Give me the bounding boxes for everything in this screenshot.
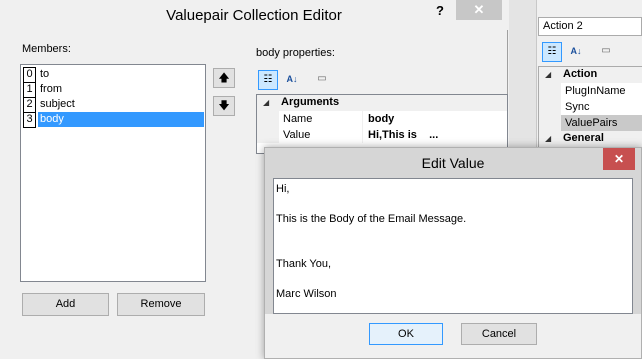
help-button[interactable]: ? <box>431 2 449 20</box>
categorized-icon[interactable]: ☷ <box>542 42 562 62</box>
collapse-icon[interactable]: ◢ <box>263 98 269 107</box>
ok-button[interactable]: OK <box>369 323 443 345</box>
remove-button[interactable]: Remove <box>117 293 205 316</box>
alphabetical-icon[interactable]: A↓ <box>566 42 586 62</box>
member-name: subject <box>40 98 75 110</box>
members-label: Members: <box>22 43 71 55</box>
category-general[interactable]: ◢ General <box>539 131 642 147</box>
property-row-valuepairs[interactable]: ValuePairs <box>539 115 642 131</box>
category-name: Action <box>563 68 598 80</box>
edit-value-dialog: Edit Value ✕ Hi, This is the Body of the… <box>264 147 642 359</box>
member-index: 0 <box>23 67 36 83</box>
property-row-pluginname[interactable]: PlugInName <box>539 83 642 99</box>
member-name: from <box>40 83 62 95</box>
member-index: 1 <box>23 82 36 98</box>
property-row-sync[interactable]: Sync <box>539 99 642 115</box>
member-item-to[interactable]: 0 to <box>22 67 204 83</box>
property-name: Value <box>283 129 311 141</box>
property-value[interactable]: Hi,This is ... <box>368 129 438 141</box>
property-row-name[interactable]: Name body <box>257 111 507 127</box>
property-name: Name <box>283 113 313 125</box>
panel-toolbar: ☷ A↓ ▭ <box>538 38 642 64</box>
categorized-icon[interactable]: ☷ <box>258 70 278 90</box>
member-name: body <box>40 113 64 125</box>
move-up-button[interactable]: 🡅 <box>213 68 235 88</box>
member-index: 2 <box>23 97 36 113</box>
close-button[interactable]: ✕ <box>456 0 502 20</box>
property-row-value[interactable]: Value Hi,This is ... <box>257 127 507 143</box>
member-index: 3 <box>23 112 36 128</box>
member-item-body[interactable]: 3 body <box>22 112 204 128</box>
category-name: General <box>563 132 604 144</box>
property-pages-icon[interactable]: ▭ <box>596 42 616 62</box>
object-selector[interactable]: Action 2 <box>538 17 642 36</box>
collapse-icon[interactable]: ◢ <box>545 134 551 143</box>
property-grid[interactable]: ◢ Arguments Name body Value Hi,This is .… <box>256 94 508 154</box>
arrow-up-icon: 🡅 <box>218 72 230 84</box>
category-name: Arguments <box>281 96 340 108</box>
edit-button-bar: OK Cancel <box>265 314 641 358</box>
properties-toolbar: ☷ A↓ ▭ <box>256 68 508 92</box>
member-item-from[interactable]: 1 from <box>22 82 204 98</box>
edit-close-button[interactable]: ✕ <box>603 148 635 170</box>
collapse-icon[interactable]: ◢ <box>545 70 551 79</box>
category-arguments[interactable]: ◢ Arguments <box>257 95 507 111</box>
property-name: Sync <box>565 101 590 113</box>
member-name: to <box>40 68 50 80</box>
properties-label: body properties: <box>256 47 335 59</box>
property-name: ValuePairs <box>565 117 618 129</box>
value-textarea[interactable]: Hi, This is the Body of the Email Messag… <box>273 178 633 314</box>
category-action[interactable]: ◢ Action <box>539 67 642 83</box>
edit-dialog-title: Edit Value <box>421 155 485 171</box>
edit-title-bar: Edit Value <box>265 148 641 178</box>
property-pages-icon[interactable]: ▭ <box>312 70 332 90</box>
property-value[interactable]: body <box>368 113 394 125</box>
arrow-down-icon: 🡇 <box>218 100 230 112</box>
property-name: PlugInName <box>565 85 626 97</box>
members-list[interactable]: 0 to 1 from 2 subject 3 body <box>20 64 206 282</box>
cancel-button[interactable]: Cancel <box>461 323 537 345</box>
add-button[interactable]: Add <box>22 293 109 316</box>
member-item-subject[interactable]: 2 subject <box>22 97 204 113</box>
alphabetical-icon[interactable]: A↓ <box>282 70 302 90</box>
move-down-button[interactable]: 🡇 <box>213 96 235 116</box>
